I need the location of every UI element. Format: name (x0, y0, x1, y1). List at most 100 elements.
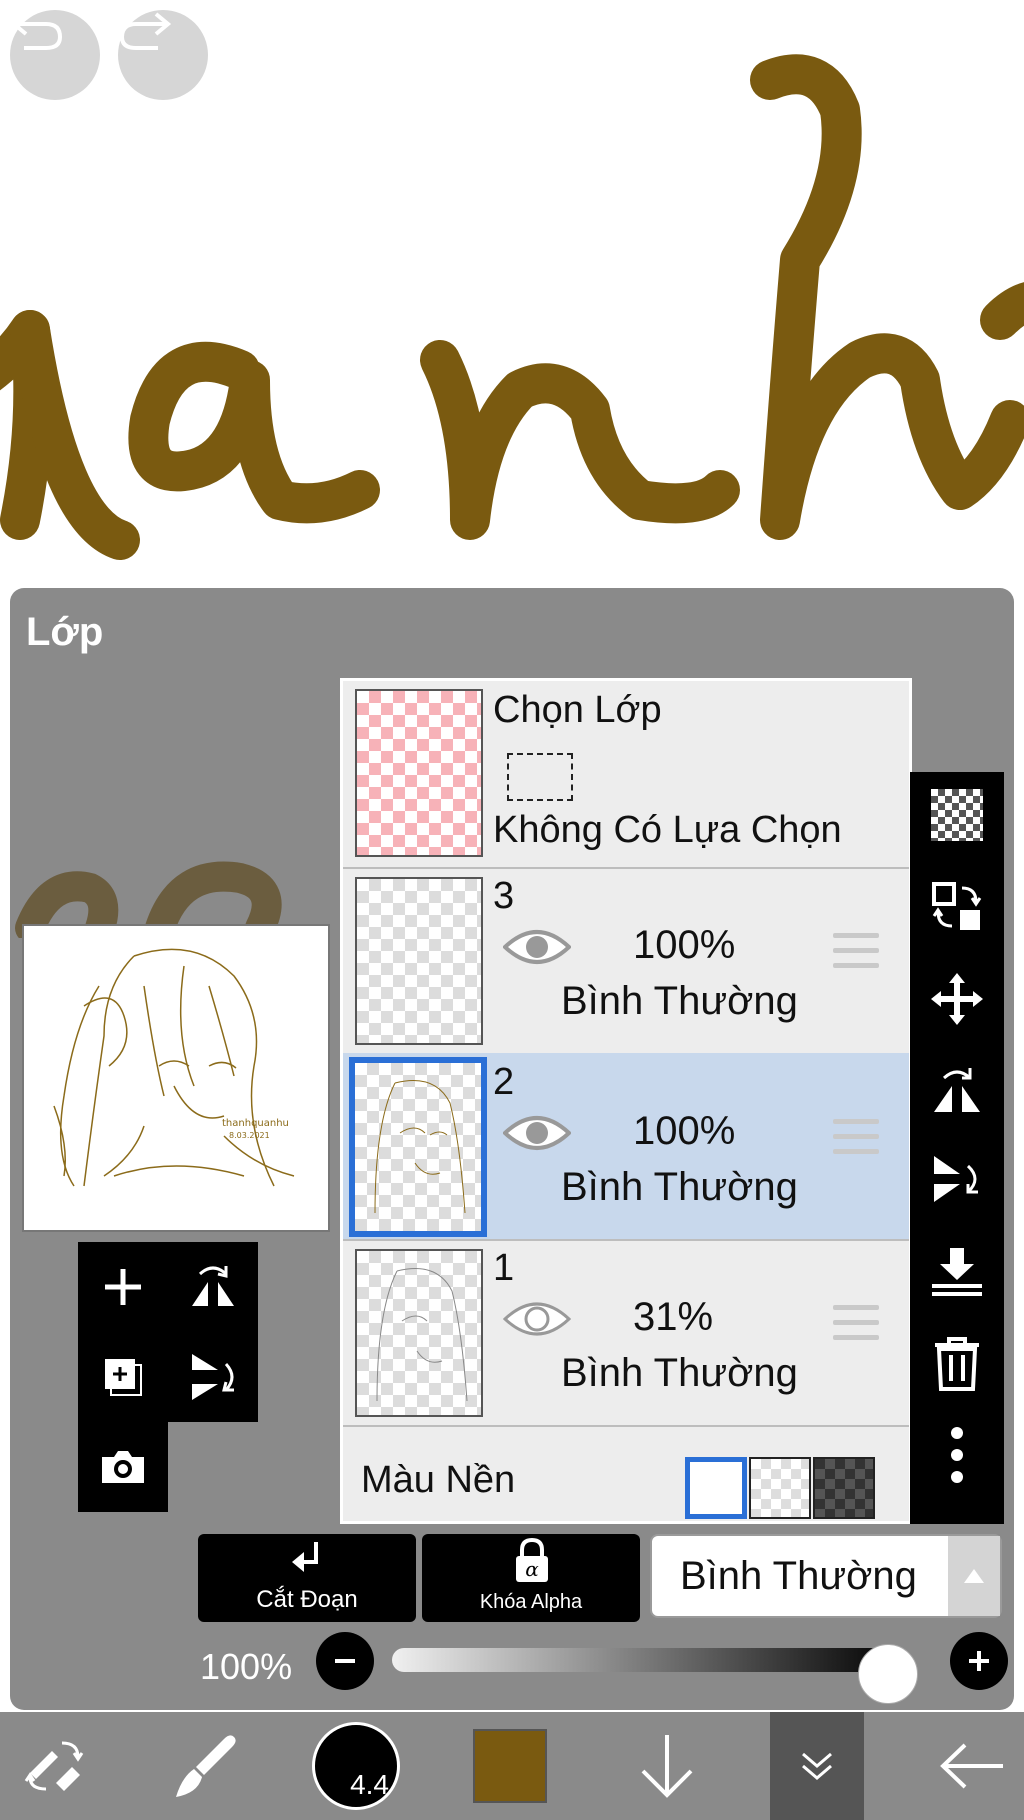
minus-icon (335, 1659, 355, 1663)
flip-vertical-layer-button[interactable] (910, 1136, 1004, 1222)
more-vertical-icon (951, 1427, 963, 1483)
layer-down-button[interactable] (622, 1712, 712, 1820)
layer-panel-toggle[interactable] (770, 1712, 864, 1820)
color-button[interactable] (468, 1712, 552, 1820)
brush-size-button[interactable]: 4.4 (306, 1712, 406, 1820)
flip-horizontal-icon (192, 1266, 234, 1306)
merge-down-button[interactable] (910, 1228, 1004, 1314)
opacity-slider[interactable] (392, 1644, 918, 1704)
background-color-row: Màu Nền (343, 1445, 909, 1521)
layer-name: 2 (493, 1061, 515, 1103)
panel-title: Lớp (26, 610, 104, 654)
lock-icon: α (516, 1538, 548, 1582)
flip-vertical-icon (934, 1156, 978, 1202)
drawing-canvas[interactable] (0, 0, 1024, 600)
opacity-slider-knob[interactable] (858, 1644, 918, 1704)
flip-vertical-icon (192, 1354, 234, 1400)
canvas-ghost (15, 861, 282, 938)
layer-name: 3 (493, 875, 515, 917)
layer-name: 1 (493, 1247, 515, 1289)
alpha-lock-label: Khóa Alpha (479, 1591, 583, 1613)
swap-layer-button[interactable] (910, 864, 1004, 950)
drag-handle-icon[interactable] (833, 1305, 879, 1350)
move-button[interactable] (910, 956, 1004, 1042)
opacity-decrease-button[interactable] (316, 1632, 374, 1690)
layer-opacity: 31% (633, 1295, 714, 1339)
move-arrows-icon (931, 973, 983, 1025)
more-options-button[interactable] (910, 1412, 1004, 1498)
flip-horizontal-button[interactable] (168, 1242, 258, 1332)
clipping-label: Cắt Đoạn (256, 1586, 358, 1613)
alpha-lock-button[interactable]: α Khóa Alpha (422, 1534, 640, 1622)
layer-row-3[interactable]: 3 100% Bình Thường (343, 867, 909, 1055)
trash-icon (935, 1337, 979, 1391)
double-chevron-down-icon (802, 1752, 832, 1780)
merge-down-icon (932, 1248, 982, 1296)
chevron-up-icon (948, 1536, 1000, 1616)
clipping-button[interactable]: Cắt Đoạn (198, 1534, 416, 1622)
layer-row-1[interactable]: 1 31% Bình Thường (343, 1239, 909, 1427)
brush-tool-button[interactable] (160, 1712, 250, 1820)
layer-actions-toolbar (910, 772, 1004, 1524)
layer-thumbnail (349, 1057, 487, 1237)
camera-button[interactable] (78, 1422, 168, 1512)
redo-icon (119, 12, 172, 50)
selection-layer-row[interactable]: Chọn Lớp Không Có Lựa Chọn (343, 681, 909, 869)
plus-icon (969, 1651, 989, 1671)
transform-tool-button[interactable] (10, 1712, 100, 1820)
background-white-swatch[interactable] (685, 1457, 747, 1519)
drag-handle-icon[interactable] (833, 1119, 879, 1164)
clip-arrow-icon (292, 1542, 318, 1572)
duplicate-layer-icon (105, 1359, 142, 1396)
background-color-label: Màu Nền (361, 1459, 516, 1501)
svg-text:thanhquanhu: thanhquanhu (222, 1118, 289, 1129)
svg-text:α: α (525, 1557, 539, 1581)
visibility-eye-icon[interactable] (503, 927, 571, 967)
plus-icon (105, 1269, 141, 1305)
current-color-swatch (473, 1729, 547, 1803)
back-button[interactable] (930, 1712, 1014, 1820)
layer-list: Chọn Lớp Không Có Lựa Chọn 3 100% Bình T… (340, 678, 912, 1524)
opacity-increase-button[interactable] (950, 1632, 1008, 1690)
visibility-eye-icon[interactable] (503, 1113, 571, 1153)
undo-button[interactable] (10, 10, 100, 100)
layer-thumbnail-sketch (376, 1268, 468, 1402)
blend-mode-value: Bình Thường (680, 1554, 917, 1598)
brush-size-value: 4.4 (350, 1769, 389, 1800)
canvas-preview[interactable]: thanhquanhu 8.03.2021 (22, 924, 330, 1232)
layer-blend-mode: Bình Thường (561, 979, 798, 1023)
layer-opacity: 100% (633, 1109, 736, 1153)
layer-blend-mode: Bình Thường (561, 1165, 798, 1209)
undo-icon (10, 12, 63, 50)
delete-layer-button[interactable] (910, 1320, 1004, 1406)
drag-handle-icon[interactable] (833, 933, 879, 978)
brush-size-circle: 4.4 (312, 1722, 400, 1810)
brush-icon (176, 1735, 236, 1797)
selection-layer-thumbnail (355, 689, 483, 857)
checker-icon (931, 789, 983, 841)
layer-thumbnail (355, 1249, 483, 1417)
flip-horizontal-icon (934, 1068, 980, 1112)
brush-eraser-swap-icon (24, 1741, 84, 1791)
duplicate-layer-button[interactable] (78, 1332, 168, 1422)
flip-vertical-button[interactable] (168, 1332, 258, 1422)
swap-icon (932, 882, 982, 930)
selection-marquee-icon (507, 753, 573, 801)
blend-mode-select[interactable]: Bình Thường (650, 1534, 1002, 1618)
selection-layer-title: Chọn Lớp (493, 689, 662, 731)
flip-horizontal-layer-button[interactable] (910, 1046, 1004, 1132)
visibility-eye-icon[interactable] (503, 1299, 571, 1339)
selection-layer-status: Không Có Lựa Chọn (493, 809, 842, 851)
redo-button[interactable] (118, 10, 208, 100)
preview-sketch: thanhquanhu 8.03.2021 (53, 948, 295, 1187)
background-dark-swatch[interactable] (813, 1457, 875, 1519)
add-layer-button[interactable] (78, 1242, 168, 1332)
background-transparent-swatch[interactable] (749, 1457, 811, 1519)
bottom-toolbar: 4.4 (0, 1712, 1024, 1820)
arrow-down-icon (641, 1735, 693, 1798)
layer-row-2[interactable]: 2 100% Bình Thường (343, 1053, 909, 1241)
camera-icon (102, 1451, 144, 1483)
layer-thumbnail-sketch (374, 1080, 466, 1214)
transparency-button[interactable] (910, 772, 1004, 858)
opacity-control: 100% (200, 1632, 1010, 1704)
